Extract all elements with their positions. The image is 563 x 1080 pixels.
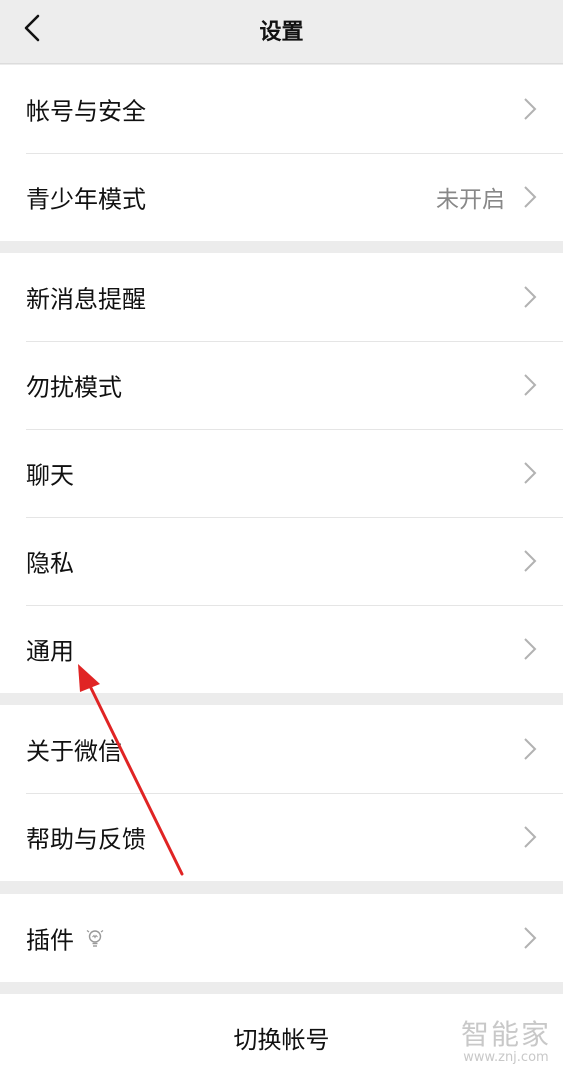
watermark: 智能家 www.znj.com xyxy=(461,1020,551,1066)
settings-item-privacy[interactable]: 隐私 xyxy=(0,517,563,605)
settings-item-help-feedback[interactable]: 帮助与反馈 xyxy=(0,793,563,881)
settings-item-teen-mode[interactable]: 青少年模式 未开启 xyxy=(0,153,563,241)
chevron-right-icon xyxy=(524,550,537,572)
settings-item-label-wrap: 插件 xyxy=(26,921,104,956)
settings-item-label: 聊天 xyxy=(26,461,74,490)
chevron-right-icon xyxy=(524,374,537,396)
nav-bar: 设置 xyxy=(0,0,563,64)
settings-item-label: 隐私 xyxy=(26,549,74,578)
chevron-right-icon xyxy=(524,98,537,120)
settings-group-about: 关于微信 帮助与反馈 xyxy=(0,705,563,881)
settings-item-label: 关于微信 xyxy=(26,737,122,766)
watermark-url: www.znj.com xyxy=(463,1050,549,1065)
settings-item-account-security[interactable]: 帐号与安全 xyxy=(0,65,563,153)
watermark-text: 智能家 xyxy=(460,1018,551,1051)
settings-item-notifications[interactable]: 新消息提醒 xyxy=(0,253,563,341)
chevron-right-icon xyxy=(524,462,537,484)
teen-mode-status: 未开启 xyxy=(436,187,505,213)
settings-item-general[interactable]: 通用 xyxy=(0,605,563,693)
settings-item-chat[interactable]: 聊天 xyxy=(0,429,563,517)
settings-group-general: 新消息提醒 勿扰模式 聊天 隐私 通用 xyxy=(0,253,563,693)
chevron-right-icon xyxy=(524,738,537,760)
chevron-right-icon xyxy=(524,638,537,660)
settings-item-label: 青少年模式 xyxy=(26,185,146,214)
settings-item-plugins[interactable]: 插件 xyxy=(0,894,563,982)
settings-item-label: 通用 xyxy=(26,637,74,666)
settings-item-label: 插件 xyxy=(26,926,74,955)
lightbulb-icon xyxy=(86,929,104,947)
chevron-right-icon xyxy=(524,186,537,208)
chevron-right-icon xyxy=(524,826,537,848)
switch-account-label: 切换帐号 xyxy=(233,1025,330,1054)
settings-item-label: 勿扰模式 xyxy=(26,373,122,402)
chevron-right-icon xyxy=(524,286,537,308)
settings-group-account: 帐号与安全 青少年模式 未开启 xyxy=(0,65,563,241)
settings-item-do-not-disturb[interactable]: 勿扰模式 xyxy=(0,341,563,429)
settings-item-label: 帐号与安全 xyxy=(26,97,146,126)
page-title: 设置 xyxy=(259,20,304,45)
settings-item-label: 帮助与反馈 xyxy=(26,825,146,854)
settings-group-plugins: 插件 xyxy=(0,894,563,982)
settings-item-about-wechat[interactable]: 关于微信 xyxy=(0,705,563,793)
settings-item-label: 新消息提醒 xyxy=(26,285,146,314)
chevron-right-icon xyxy=(524,927,537,949)
